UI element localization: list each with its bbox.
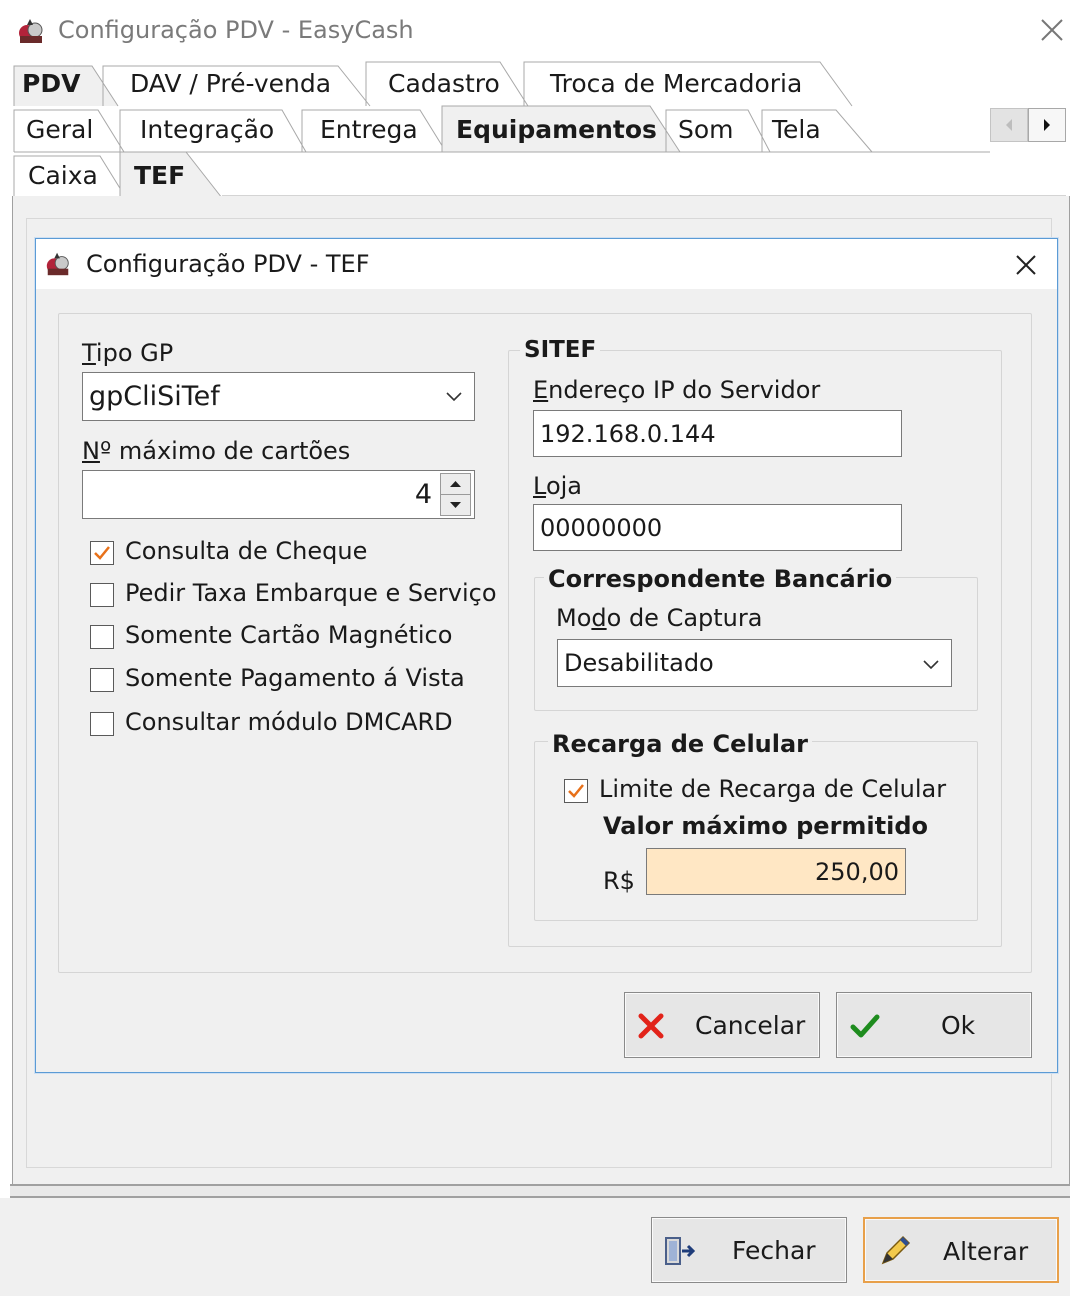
chevron-down-icon [446,392,462,402]
dialog-title-bar: Configuração PDV - TEF [36,239,1057,289]
edit-button-label: Alterar [943,1237,1029,1266]
tab-troca-de-mercadoria[interactable]: Troca de Mercadoria [540,60,802,106]
edit-button[interactable]: Alterar [863,1217,1059,1283]
red-x-icon [638,1013,664,1039]
close-icon[interactable] [1036,14,1068,46]
pedir-taxa-checkbox[interactable] [90,583,114,607]
limite-recarga-label: Limite de Recarga de Celular [599,775,947,803]
ok-button-label: Ok [941,1011,976,1040]
tab-dav-pre-venda[interactable]: DAV / Pré-venda [120,60,331,106]
consulta-cheque-checkbox[interactable] [90,541,114,565]
valor-maximo-value: 250,00 [815,857,899,886]
checkmark-icon [568,784,584,798]
tab-geral[interactable]: Geral [16,106,93,152]
limite-recarga-checkbox[interactable] [564,779,588,803]
modo-captura-value: Desabilitado [564,649,714,677]
tab-tela[interactable]: Tela [762,106,821,152]
dialog-title: Configuração PDV - TEF [86,250,370,278]
recarga-title: Recarga de Celular [548,730,813,758]
ip-input[interactable]: 192.168.0.144 [533,410,902,457]
dialog-close-icon[interactable] [1012,251,1040,279]
spin-down-icon[interactable] [440,494,471,516]
somente-vista-label: Somente Pagamento á Vista [125,664,465,692]
tab-equipamentos[interactable]: Equipamentos [446,106,657,152]
ip-value: 192.168.0.144 [540,419,716,448]
chevron-down-icon [923,660,939,670]
tab-pdv[interactable]: PDV [12,60,80,106]
sitef-title: SITEF [520,337,601,363]
dmcard-label: Consultar módulo DMCARD [125,708,453,736]
tab-som[interactable]: Som [668,106,734,152]
somente-vista-checkbox[interactable] [90,668,114,692]
outer-title-bar: Configuração PDV - EasyCash [0,0,1070,60]
loja-input[interactable]: 00000000 [533,504,902,551]
tab-cadastro[interactable]: Cadastro [378,60,500,106]
loja-label: Loja [533,472,583,500]
correspondente-title: Correspondente Bancário [544,565,897,593]
pencil-icon [881,1235,911,1265]
close-button[interactable]: Fechar [651,1217,847,1283]
dialog-app-icon [46,252,69,276]
valor-maximo-input[interactable]: 250,00 [646,848,906,895]
tab-entrega[interactable]: Entrega [310,106,418,152]
checkmark-icon [94,546,110,560]
tab-integracao[interactable]: Integração [130,106,274,152]
tab-scroll-right-icon[interactable] [1028,108,1066,142]
exit-door-icon [665,1237,696,1265]
green-check-icon [850,1014,880,1038]
tef-dialog: Configuração PDV - TEF Tipo GP gpCliSiTe… [35,238,1058,1073]
cancel-button[interactable]: Cancelar [624,992,820,1058]
somente-cartao-checkbox[interactable] [90,625,114,649]
app-icon [19,19,43,43]
tab-scroll-left-icon[interactable] [990,108,1028,142]
max-cartoes-label: Nº máximo de cartões [82,437,351,465]
dmcard-checkbox[interactable] [90,712,114,736]
spin-up-icon[interactable] [440,473,471,494]
tipo-gp-select[interactable]: gpCliSiTef [82,372,475,421]
modo-captura-label: Modo de Captura [556,604,763,632]
max-cartoes-stepper[interactable]: 4 [82,470,475,519]
pedir-taxa-label: Pedir Taxa Embarque e Serviço [125,579,497,607]
modo-captura-select[interactable]: Desabilitado [557,639,952,687]
somente-cartao-label: Somente Cartão Magnético [125,621,453,649]
close-button-label: Fechar [732,1236,816,1265]
tipo-gp-label: Tipo GP [82,339,174,367]
tipo-gp-value: gpCliSiTef [89,381,220,412]
cancel-button-label: Cancelar [695,1011,806,1040]
tab-tef[interactable]: TEF [124,152,185,198]
consulta-cheque-label: Consulta de Cheque [125,537,368,565]
ok-button[interactable]: Ok [836,992,1032,1058]
valor-maximo-label: Valor máximo permitido [603,812,929,840]
ip-label: Endereço IP do Servidor [533,376,821,404]
loja-value: 00000000 [540,513,663,542]
currency-label: R$ [603,867,635,895]
bottom-divider [10,1184,1070,1198]
tab-caixa[interactable]: Caixa [18,152,98,198]
max-cartoes-value: 4 [414,479,432,510]
window-title: Configuração PDV - EasyCash [58,16,414,44]
